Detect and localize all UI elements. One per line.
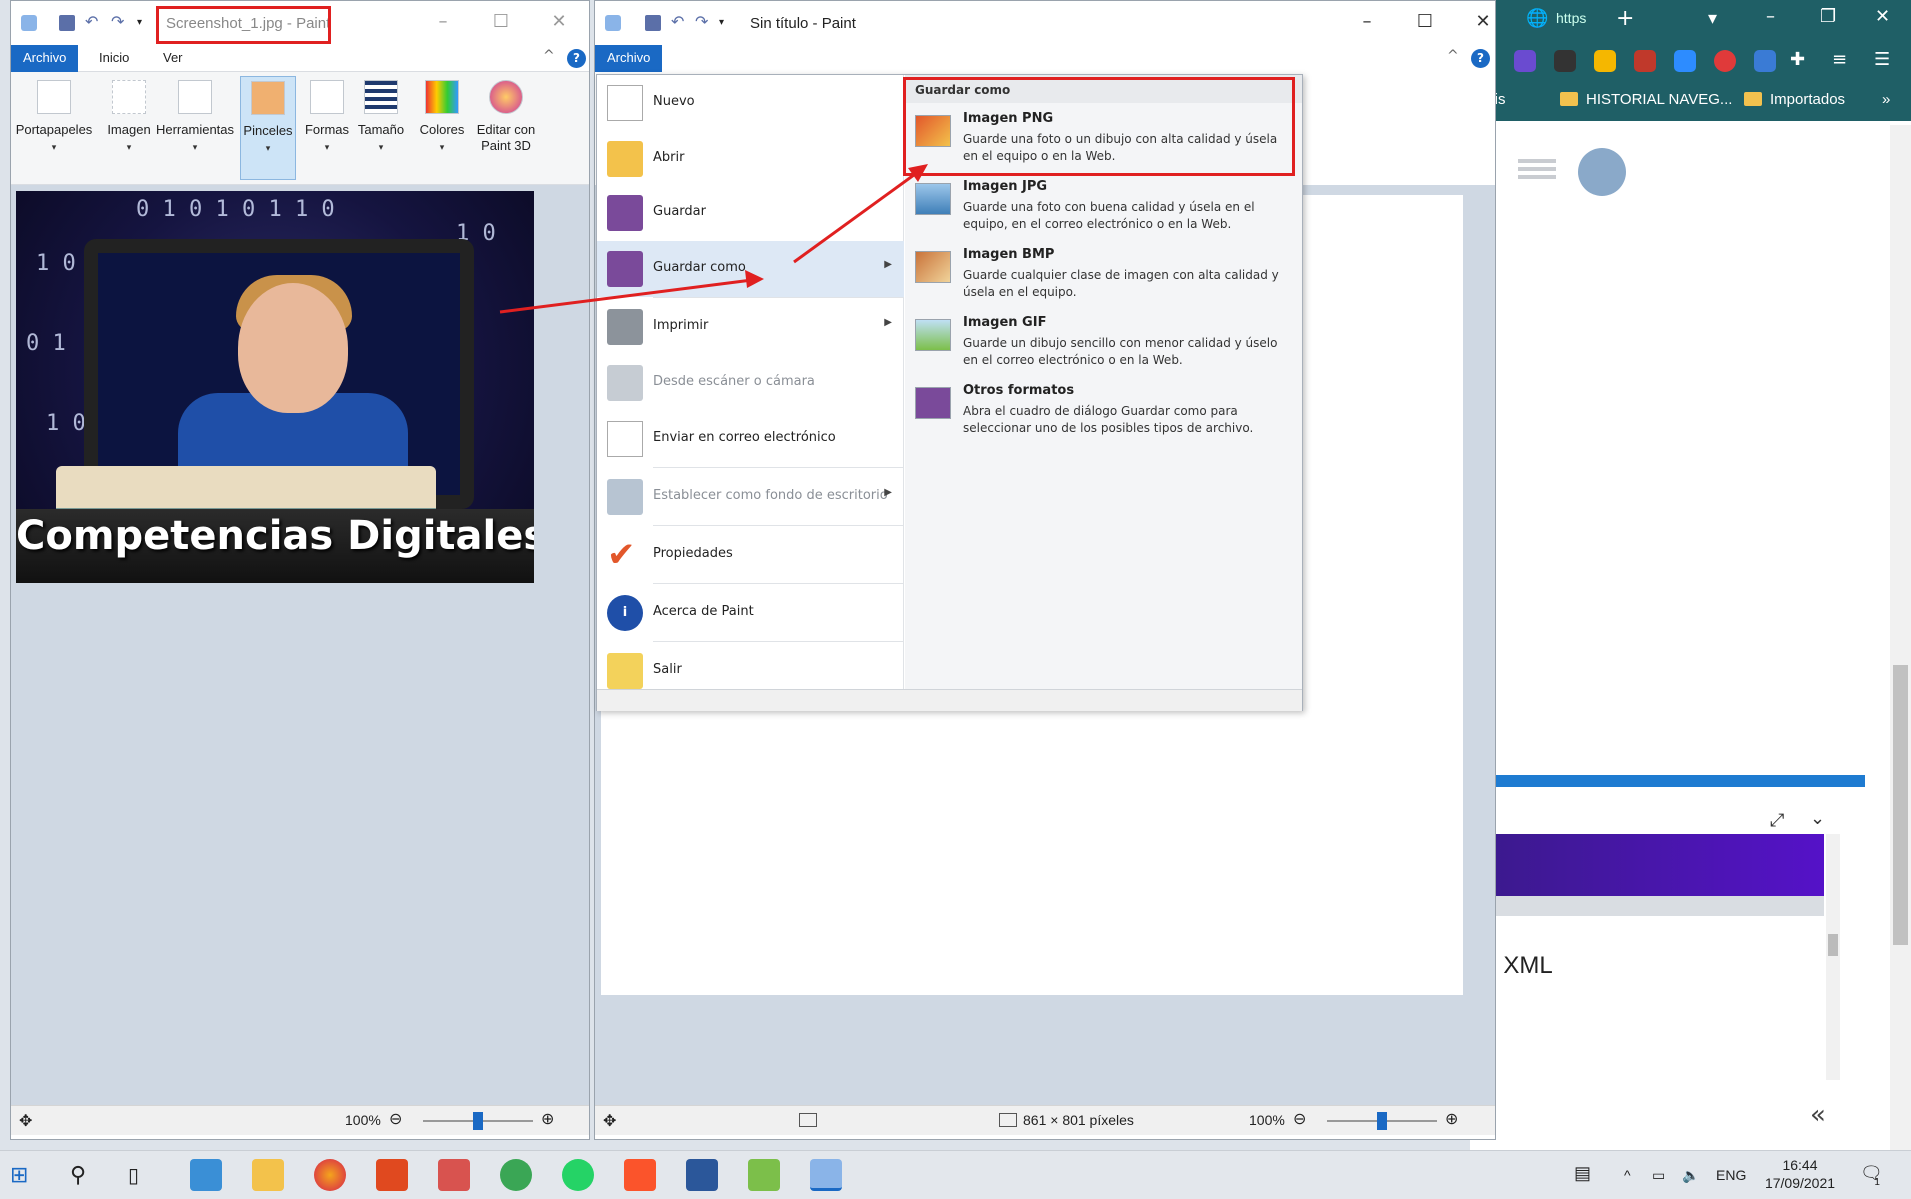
chevron-up-icon[interactable]: ^ bbox=[1624, 1167, 1631, 1183]
taskbar-app-icon[interactable] bbox=[748, 1159, 780, 1191]
brave-icon[interactable] bbox=[624, 1159, 656, 1191]
clock-date: 17/09/2021 bbox=[1764, 1175, 1836, 1191]
windows-start-icon[interactable]: ⊞ bbox=[10, 1163, 28, 1188]
arrowhead bbox=[908, 164, 928, 182]
taskbar: ⊞ ⚲ ▯ ▤ ^ ▭ 🔈 ENG 16:44 17/09/2021 🗨 1 bbox=[0, 1150, 1911, 1199]
volume-icon[interactable]: 🔈 bbox=[1682, 1167, 1699, 1184]
network-icon[interactable]: ▭ bbox=[1652, 1167, 1665, 1184]
file-explorer-icon[interactable] bbox=[252, 1159, 284, 1191]
notification-count: 1 bbox=[1874, 1177, 1881, 1188]
annotation-arrows bbox=[499, 164, 928, 314]
task-view-icon[interactable]: ▯ bbox=[128, 1163, 139, 1187]
office-icon[interactable] bbox=[376, 1159, 408, 1191]
arrow-to-guardar-como bbox=[499, 278, 753, 314]
whatsapp-icon[interactable] bbox=[562, 1159, 594, 1191]
paint-taskbar-icon[interactable] bbox=[810, 1159, 842, 1191]
clock-time: 16:44 bbox=[1782, 1157, 1818, 1173]
news-icon[interactable]: ▤ bbox=[1574, 1163, 1591, 1184]
word-icon[interactable] bbox=[686, 1159, 718, 1191]
taskbar-app-icon[interactable] bbox=[190, 1159, 222, 1191]
arrowhead bbox=[745, 270, 764, 288]
taskbar-app-icon[interactable] bbox=[438, 1159, 470, 1191]
taskbar-app-icon[interactable] bbox=[500, 1159, 532, 1191]
search-icon[interactable]: ⚲ bbox=[70, 1163, 86, 1188]
language-indicator[interactable]: ENG bbox=[1716, 1167, 1746, 1183]
arrow-to-png bbox=[793, 170, 919, 264]
clock[interactable]: 16:44 17/09/2021 bbox=[1762, 1156, 1838, 1192]
firefox-icon[interactable] bbox=[314, 1159, 346, 1191]
